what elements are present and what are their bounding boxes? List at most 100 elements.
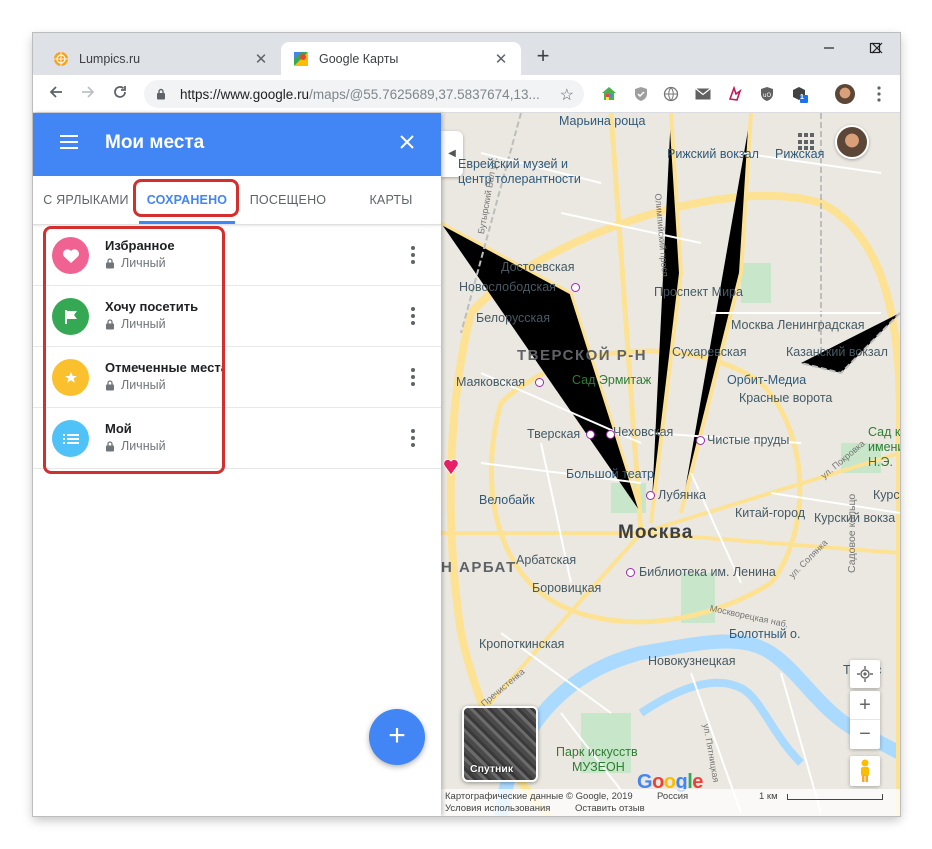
arrow-right-icon (82, 86, 95, 98)
page-content: Мои места С ЯРЛЫКАМИ СОХРАНЕНО ПОСЕЩЕНО … (33, 113, 900, 816)
map-label: Чеховская (613, 425, 674, 439)
tab-visited[interactable]: ПОСЕЩЕНО (235, 176, 341, 225)
district-label: Н АРБАТ (441, 559, 517, 576)
account-avatar[interactable] (835, 125, 869, 159)
feedback-link[interactable]: Оставить отзыв (575, 803, 645, 814)
more-vert-icon (877, 86, 881, 102)
more-options-icon[interactable] (405, 243, 421, 267)
tab-google-maps[interactable]: Google Карты ✕ (281, 42, 521, 75)
metro-icon (626, 568, 635, 577)
map-label: Белорусская (476, 311, 551, 325)
zoom-out-button[interactable]: − (850, 720, 880, 749)
map-label: Парк искусств (556, 745, 638, 759)
map-label: Новокузнецкая (648, 654, 736, 668)
minimize-icon (824, 47, 834, 49)
close-icon (871, 42, 883, 54)
metro-icon (646, 491, 655, 500)
map-label: Рижский вокзал (667, 147, 759, 161)
map-canvas[interactable]: ◀ Марьина роща Еврейский музей и центр т… (441, 113, 900, 816)
metro-icon (606, 430, 615, 439)
tab-close-icon[interactable]: ✕ (489, 50, 513, 68)
map-label: Красные ворота (739, 391, 833, 405)
url-path: /maps/@55.7625689,37.5837674,13... (309, 86, 540, 102)
map-label: Сад Эрмитаж (572, 373, 652, 387)
google-maps-favicon-icon (294, 51, 308, 66)
zoom-in-button[interactable]: + (850, 691, 880, 720)
active-tab-indicator (139, 221, 235, 224)
map-label: МУЗЕОН (572, 760, 625, 774)
shield-extension-icon[interactable] (631, 84, 651, 104)
street-view-pegman[interactable] (850, 756, 880, 786)
tab-lumpics[interactable]: Lumpics.ru ✕ (41, 42, 281, 75)
new-list-button[interactable]: + (369, 709, 425, 765)
title-bar: Lumpics.ru ✕ Google Карты ✕ + (33, 33, 900, 75)
terms-link[interactable]: Условия использования (445, 803, 550, 814)
metro-icon (696, 436, 705, 445)
panel-close-icon[interactable] (399, 130, 415, 156)
map-footer: Картографические данные © Google, 2019 Р… (441, 789, 900, 816)
minimize-button[interactable] (806, 37, 852, 65)
pink-extension-icon[interactable] (725, 84, 745, 104)
map-label: Новослободская (459, 280, 556, 294)
forward-button[interactable] (75, 81, 101, 107)
mail-extension-icon[interactable] (693, 84, 713, 104)
favorite-heart-pin-icon[interactable] (443, 458, 459, 476)
tab-title: Google Карты (319, 51, 399, 66)
map-label: Орбит-Медиа (727, 373, 807, 387)
svg-text:uO: uO (763, 92, 772, 99)
scale-bar (787, 794, 883, 800)
panel-header: Мои места (33, 113, 441, 176)
map-label: Н.Э. (868, 455, 893, 469)
satellite-label: Спутник (470, 763, 514, 775)
more-options-icon[interactable] (405, 426, 421, 450)
metro-icon (535, 378, 544, 387)
url-host: https://www.google.ru (180, 86, 310, 102)
tab-title: Lumpics.ru (79, 51, 141, 66)
highlight-lists (43, 226, 225, 474)
my-places-panel: Мои места С ЯРЛЫКАМИ СОХРАНЕНО ПОСЕЩЕНО … (33, 113, 441, 816)
metro-icon (586, 430, 595, 439)
crosshair-icon (857, 666, 873, 682)
home-color-extension-icon[interactable] (599, 84, 619, 104)
tab-close-icon[interactable]: ✕ (249, 50, 273, 68)
city-label: Москва (618, 522, 694, 543)
tab-maps[interactable]: КАРТЫ (341, 176, 441, 225)
map-data-credit: Картографические данные © Google, 2019 (445, 791, 633, 802)
arrow-left-icon (49, 86, 62, 98)
tab-labeled[interactable]: С ЯРЛЫКАМИ (33, 176, 139, 225)
profile-avatar-icon[interactable] (835, 84, 855, 104)
map-label: Садовое кольцо (846, 493, 858, 573)
globe-extension-icon[interactable] (661, 84, 681, 104)
map-label: Марьина роща (559, 114, 646, 128)
bookmark-star-icon[interactable]: ☆ (560, 85, 574, 105)
map-label: Казанский вокзал (786, 345, 888, 359)
map-label: Сухаревская (672, 345, 747, 359)
chrome-menu-button[interactable] (869, 84, 889, 104)
metro-icon (571, 283, 580, 292)
map-label: Китай-город (735, 506, 806, 520)
zoom-controls: + − (850, 691, 880, 749)
district-label: ТВЕРСКОЙ Р-Н (517, 347, 648, 364)
more-options-icon[interactable] (405, 365, 421, 389)
ublock-extension-icon[interactable]: uO (757, 84, 777, 104)
panel-title: Мои места (105, 132, 205, 153)
map-label: Достоевская (501, 260, 575, 274)
map-label: Тверская (527, 427, 581, 441)
map-label: Проспект Мира (654, 285, 743, 299)
reload-button[interactable] (107, 81, 133, 107)
window-close-button[interactable] (854, 37, 900, 65)
google-apps-icon[interactable] (798, 133, 816, 151)
hamburger-menu-icon[interactable] (60, 135, 78, 149)
satellite-toggle[interactable]: Спутник (462, 706, 538, 782)
region-label[interactable]: Россия (657, 791, 688, 802)
map-label: Сад к (868, 425, 900, 439)
back-button[interactable] (43, 81, 69, 107)
scale-label[interactable]: 1 км (759, 791, 778, 802)
more-options-icon[interactable] (405, 304, 421, 328)
box-extension-icon[interactable]: 1 (789, 84, 809, 104)
my-location-button[interactable] (850, 660, 880, 688)
address-bar[interactable]: https://www.google.ru/maps/@55.7625689,3… (144, 80, 584, 108)
map-label: Еврейский музей и (458, 157, 568, 171)
map-label: Москва Ленинградская (731, 318, 865, 332)
new-tab-button[interactable]: + (531, 45, 555, 69)
